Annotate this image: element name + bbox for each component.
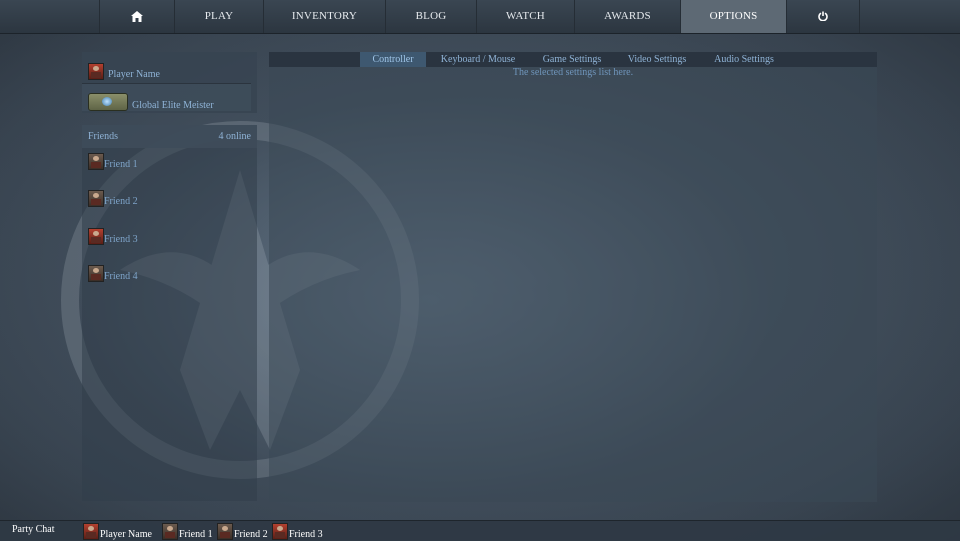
profile-rank: Global Elite Meister [82, 83, 251, 111]
tab-video-settings[interactable]: Video Settings [622, 52, 692, 67]
profile-player[interactable]: Player Name [88, 58, 160, 80]
friend-item[interactable]: Friend 2 [88, 190, 138, 207]
party-member[interactable]: Friend 3 [272, 522, 323, 540]
nav-options[interactable]: OPTIONS [681, 0, 787, 33]
friend-name: Friend 3 [104, 234, 138, 245]
home-icon [131, 10, 143, 22]
friends-panel: Friends 4 online Friend 1 Friend 2 Frien… [82, 125, 257, 501]
tab-keyboard-mouse[interactable]: Keyboard / Mouse [434, 52, 522, 67]
nav-awards[interactable]: AWARDS [575, 0, 681, 33]
friend-item[interactable]: Friend 4 [88, 265, 138, 282]
rank-name: Global Elite Meister [132, 100, 214, 111]
party-member[interactable]: Friend 1 [162, 522, 213, 540]
profile-card: Player Name Global Elite Meister [82, 52, 257, 113]
rank-badge-icon [88, 93, 128, 111]
party-member[interactable]: Player Name [83, 522, 152, 540]
party-member-avatar [83, 523, 99, 540]
nav-play[interactable]: PLAY [175, 0, 264, 33]
friends-header: Friends 4 online [82, 125, 257, 148]
party-member-name: Friend 3 [289, 529, 323, 540]
friend-name: Friend 2 [104, 196, 138, 207]
tab-controller[interactable]: Controller [360, 52, 426, 67]
home-button[interactable] [100, 0, 175, 33]
friend-avatar [88, 190, 104, 207]
nav-watch[interactable]: WATCH [477, 0, 575, 33]
party-member-name: Friend 2 [234, 529, 268, 540]
settings-tabbar: Controller Keyboard / Mouse Game Setting… [269, 52, 877, 67]
friend-avatar [88, 228, 104, 245]
party-member-name: Player Name [100, 529, 152, 540]
party-bar: Party Chat Player Name Friend 1 Friend 2… [0, 520, 960, 541]
friend-avatar [88, 153, 104, 170]
friend-name: Friend 4 [104, 271, 138, 282]
friends-title: Friends [88, 131, 118, 142]
player-avatar [88, 63, 104, 80]
tab-game-settings[interactable]: Game Settings [537, 52, 607, 67]
friend-item[interactable]: Friend 1 [88, 153, 138, 170]
player-name: Player Name [108, 69, 160, 80]
friend-avatar [88, 265, 104, 282]
nav-inventory[interactable]: INVENTORY [264, 0, 386, 33]
party-chat-button[interactable]: Party Chat [12, 524, 55, 535]
party-member[interactable]: Friend 2 [217, 522, 268, 540]
party-member-avatar [272, 523, 288, 540]
party-member-name: Friend 1 [179, 529, 213, 540]
friends-online-count: 4 online [218, 131, 252, 142]
friend-item[interactable]: Friend 3 [88, 228, 138, 245]
power-icon [818, 11, 828, 22]
power-button[interactable] [787, 0, 860, 33]
nav-blog[interactable]: BLOG [386, 0, 477, 33]
top-nav: PLAY INVENTORY BLOG WATCH AWARDS OPTIONS [0, 0, 960, 34]
party-member-avatar [217, 523, 233, 540]
tab-audio-settings[interactable]: Audio Settings [709, 52, 779, 67]
friend-name: Friend 1 [104, 159, 138, 170]
settings-panel: Controller Keyboard / Mouse Game Setting… [269, 52, 877, 502]
settings-message: The selected settings list here. [512, 67, 634, 78]
party-member-avatar [162, 523, 178, 540]
